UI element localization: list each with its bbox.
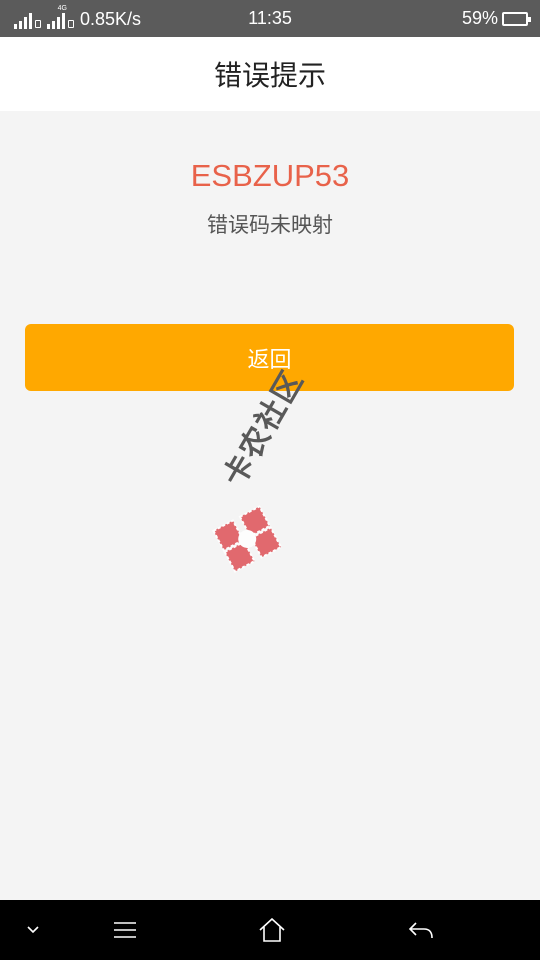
- battery-percent: 59%: [461, 8, 498, 28]
- clock: 11:35: [248, 8, 292, 28]
- page-title: 错误提示: [213, 59, 326, 92]
- main-content: ESBZUP53 错误码未映射 返回 卡农社区: [0, 111, 540, 900]
- home-icon[interactable]: [255, 900, 289, 960]
- battery-icon: [502, 11, 531, 26]
- status-bar: 4G 0.85K/s 11:35 59%: [0, 0, 540, 37]
- back-icon[interactable]: [404, 900, 438, 960]
- error-code: ESBZUP53: [190, 158, 350, 193]
- error-message: 错误码未映射: [207, 213, 333, 237]
- status-right: 59%: [461, 8, 531, 29]
- page-header: 错误提示: [0, 37, 540, 111]
- chevron-down-icon[interactable]: [18, 900, 48, 960]
- menu-icon[interactable]: [108, 900, 142, 960]
- navigation-bar: [0, 900, 540, 960]
